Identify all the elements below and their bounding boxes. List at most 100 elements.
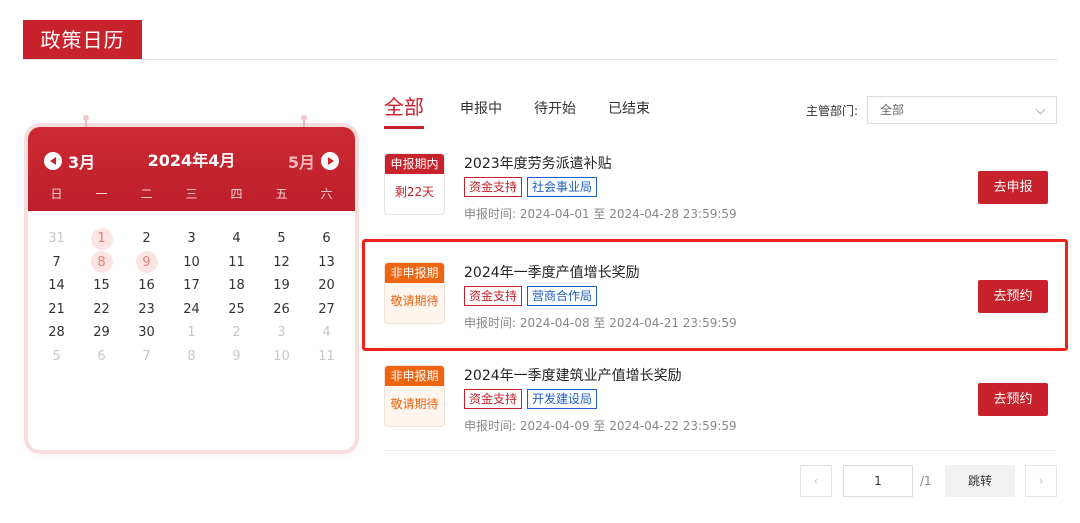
- calendar-day[interactable]: 19: [259, 274, 304, 298]
- calendar-day[interactable]: 14: [34, 274, 79, 298]
- department-filter-label: 主管部门:: [806, 104, 859, 118]
- calendar-day[interactable]: 1: [169, 321, 214, 345]
- calendar-day[interactable]: 27: [304, 298, 349, 322]
- department-select-value: 全部: [880, 103, 905, 117]
- calendar-day[interactable]: 4: [214, 227, 259, 251]
- calendar-day[interactable]: 7: [124, 345, 169, 369]
- list-divider: [384, 450, 1057, 451]
- calendar-day[interactable]: 24: [169, 298, 214, 322]
- category-badge: 资金支持: [464, 286, 523, 306]
- calendar-day[interactable]: 2: [214, 321, 259, 345]
- department-badge: 社会事业局: [527, 177, 598, 197]
- policy-title[interactable]: 2024年一季度建筑业产值增长奖励: [464, 365, 682, 385]
- jump-button[interactable]: 跳转: [945, 465, 1015, 497]
- day-number: 31: [48, 231, 65, 247]
- calendar-day[interactable]: 17: [169, 274, 214, 298]
- day-number: 22: [93, 301, 110, 317]
- calendar-day[interactable]: 11: [214, 251, 259, 275]
- next-page-button[interactable]: ›: [1025, 465, 1057, 497]
- day-number: 1: [90, 227, 113, 250]
- calendar-day[interactable]: 30: [124, 321, 169, 345]
- day-number: 27: [318, 301, 335, 317]
- calendar-day[interactable]: 28: [34, 321, 79, 345]
- day-number: 13: [318, 254, 335, 270]
- calendar-days-grid: 31 1 2 3 4 5 6 7 8 9 10 11 12 13 14 15 16 17 18 19 20 21 22 23 2…: [34, 227, 349, 368]
- calendar-day-with-policy[interactable]: 8: [79, 251, 124, 275]
- calendar-day[interactable]: 6: [304, 227, 349, 251]
- calendar-day[interactable]: 23: [124, 298, 169, 322]
- tab-all[interactable]: 全部: [384, 96, 424, 129]
- day-number: 10: [273, 348, 290, 364]
- day-number: 6: [97, 348, 106, 364]
- day-number: 10: [183, 254, 200, 270]
- application-period: 申报时间: 2024-04-09 至 2024-04-22 23:59:59: [464, 419, 737, 433]
- prev-page-button[interactable]: ‹: [800, 465, 832, 497]
- day-number: 2: [232, 325, 241, 341]
- calendar-day[interactable]: 6: [79, 345, 124, 369]
- department-select[interactable]: 全部: [867, 96, 1057, 124]
- calendar-day[interactable]: 5: [259, 227, 304, 251]
- calendar-day[interactable]: 8: [169, 345, 214, 369]
- day-number: 26: [273, 301, 290, 317]
- day-number: 9: [135, 251, 158, 274]
- day-number: 14: [48, 278, 65, 294]
- day-number: 29: [93, 325, 110, 341]
- calendar-day[interactable]: 13: [304, 251, 349, 275]
- weekday-label: 三: [185, 187, 198, 201]
- day-number: 17: [183, 278, 200, 294]
- calendar-day[interactable]: 11: [304, 345, 349, 369]
- arrow-right-icon: [321, 152, 339, 170]
- calendar-day-with-policy[interactable]: 9: [124, 251, 169, 275]
- calendar-day[interactable]: 4: [304, 321, 349, 345]
- calendar-day[interactable]: 22: [79, 298, 124, 322]
- day-number: 9: [232, 348, 241, 364]
- calendar-day[interactable]: 15: [79, 274, 124, 298]
- status-note: 敬请期待: [390, 294, 439, 308]
- title-divider: [23, 59, 1057, 60]
- apply-button[interactable]: 去申报: [978, 171, 1048, 204]
- calendar-day[interactable]: 10: [259, 345, 304, 369]
- calendar-day[interactable]: 16: [124, 274, 169, 298]
- weekday-label: 五: [275, 187, 288, 201]
- status-note: 敬请期待: [390, 397, 439, 411]
- calendar-day[interactable]: 2: [124, 227, 169, 251]
- day-number: 23: [138, 301, 155, 317]
- chevron-down-icon: [1035, 104, 1046, 115]
- policy-title[interactable]: 2023年度劳务派遣补贴: [464, 153, 612, 173]
- tab-applying[interactable]: 申报中: [460, 96, 502, 122]
- calendar-day[interactable]: 7: [34, 251, 79, 275]
- page-number-input[interactable]: 1: [843, 465, 913, 497]
- calendar-day[interactable]: 3: [259, 321, 304, 345]
- status-box: 非申报期 敬请期待: [384, 262, 445, 324]
- reserve-button[interactable]: 去预约: [978, 280, 1048, 313]
- calendar-day[interactable]: 20: [304, 274, 349, 298]
- calendar-day[interactable]: 25: [214, 298, 259, 322]
- tab-ended[interactable]: 已结束: [608, 96, 650, 122]
- day-number: 5: [52, 348, 61, 364]
- calendar-day[interactable]: 3: [169, 227, 214, 251]
- day-number: 30: [138, 325, 155, 341]
- calendar-day[interactable]: 21: [34, 298, 79, 322]
- tab-upcoming[interactable]: 待开始: [534, 96, 576, 122]
- next-month-button[interactable]: 5月: [288, 149, 339, 173]
- calendar-day[interactable]: 9: [214, 345, 259, 369]
- calendar-day[interactable]: 26: [259, 298, 304, 322]
- calendar-day[interactable]: 31: [34, 227, 79, 251]
- day-number: 24: [183, 301, 200, 317]
- calendar-day[interactable]: 29: [79, 321, 124, 345]
- calendar-day-with-policy[interactable]: 1: [79, 227, 124, 251]
- calendar-day[interactable]: 5: [34, 345, 79, 369]
- calendar-day[interactable]: 18: [214, 274, 259, 298]
- calendar-day[interactable]: 10: [169, 251, 214, 275]
- policy-title[interactable]: 2024年一季度产值增长奖励: [464, 262, 640, 282]
- chevron-right-icon: ›: [1038, 474, 1044, 488]
- day-number: 6: [322, 231, 331, 247]
- day-number: 5: [277, 231, 286, 247]
- policy-item: 非申报期 敬请期待 2024年一季度产值增长奖励 资金支持 营商合作局 申报时间…: [384, 254, 1057, 354]
- department-badge: 开发建设局: [527, 389, 598, 409]
- chevron-left-icon: ‹: [813, 474, 819, 488]
- status-tag: 非申报期: [385, 366, 444, 386]
- calendar-day[interactable]: 12: [259, 251, 304, 275]
- reserve-button[interactable]: 去预约: [978, 383, 1048, 416]
- days-remaining: 剩22天: [394, 185, 435, 199]
